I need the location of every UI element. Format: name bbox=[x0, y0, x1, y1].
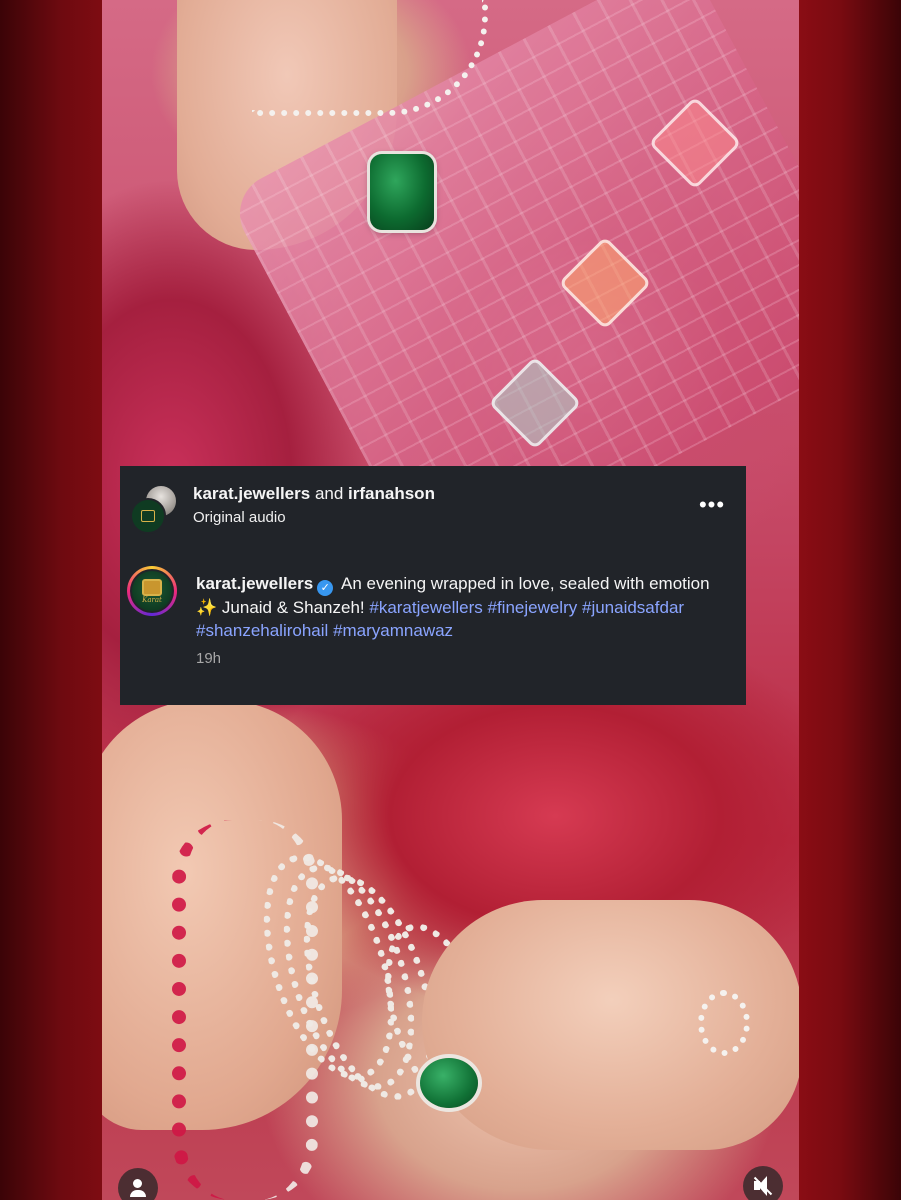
person-icon-body bbox=[130, 1190, 146, 1197]
more-horizontal-icon: ••• bbox=[698, 492, 726, 517]
hashtag-link[interactable]: #finejewelry bbox=[487, 598, 577, 617]
author-link-karat[interactable]: karat.jewellers bbox=[193, 484, 310, 503]
original-audio-link[interactable]: Original audio bbox=[193, 509, 286, 527]
karat-logo: Karat bbox=[132, 571, 172, 611]
post-timestamp[interactable]: 19h bbox=[196, 650, 221, 667]
caption-card: karat.jewellers and irfanahson Original … bbox=[120, 466, 746, 705]
tagged-people-button[interactable] bbox=[118, 1168, 158, 1200]
video-diamond-ring bbox=[698, 990, 750, 1056]
caption-body-part1: An evening wrapped in love, sealed with … bbox=[341, 574, 710, 593]
verified-badge-icon: ✓ bbox=[317, 580, 334, 596]
collab-avatars[interactable] bbox=[130, 484, 178, 534]
post-authors: karat.jewellers and irfanahson bbox=[193, 484, 435, 504]
backdrop-right bbox=[799, 0, 901, 1200]
hashtag-link[interactable]: #maryamnawaz bbox=[333, 621, 453, 640]
video-emerald-pendant bbox=[370, 154, 434, 230]
avatar-ring-gap: Karat bbox=[130, 569, 174, 613]
video-emerald-ring bbox=[420, 1058, 478, 1108]
sparkle-emoji: ✨ bbox=[196, 598, 218, 617]
caption-author-avatar[interactable]: Karat bbox=[127, 566, 177, 616]
hashtag-link[interactable]: #karatjewellers bbox=[369, 598, 482, 617]
author-joiner: and bbox=[314, 484, 344, 503]
hashtag-link[interactable]: #shanzehalirohail bbox=[196, 621, 328, 640]
caption-username-link[interactable]: karat.jewellers bbox=[196, 574, 313, 593]
caption-text: karat.jewellers ✓ An evening wrapped in l… bbox=[196, 572, 716, 642]
avatar-karat-jewellers-small[interactable] bbox=[130, 498, 166, 534]
backdrop-left bbox=[0, 0, 102, 1200]
hashtag-link[interactable]: #junaidsafdar bbox=[582, 598, 684, 617]
author-link-irfanahson[interactable]: irfanahson bbox=[348, 484, 435, 503]
caption-body-part2: Junaid & Shanzeh! bbox=[221, 598, 365, 617]
more-options-button[interactable]: ••• bbox=[692, 490, 732, 520]
brand-crest-icon bbox=[141, 510, 155, 522]
person-icon bbox=[133, 1179, 142, 1188]
mute-toggle-button[interactable] bbox=[743, 1166, 783, 1200]
brand-crest-icon bbox=[142, 578, 162, 596]
viewer-stage: karat.jewellers and irfanahson Original … bbox=[0, 0, 901, 1200]
brand-logo-text: Karat bbox=[142, 595, 162, 604]
